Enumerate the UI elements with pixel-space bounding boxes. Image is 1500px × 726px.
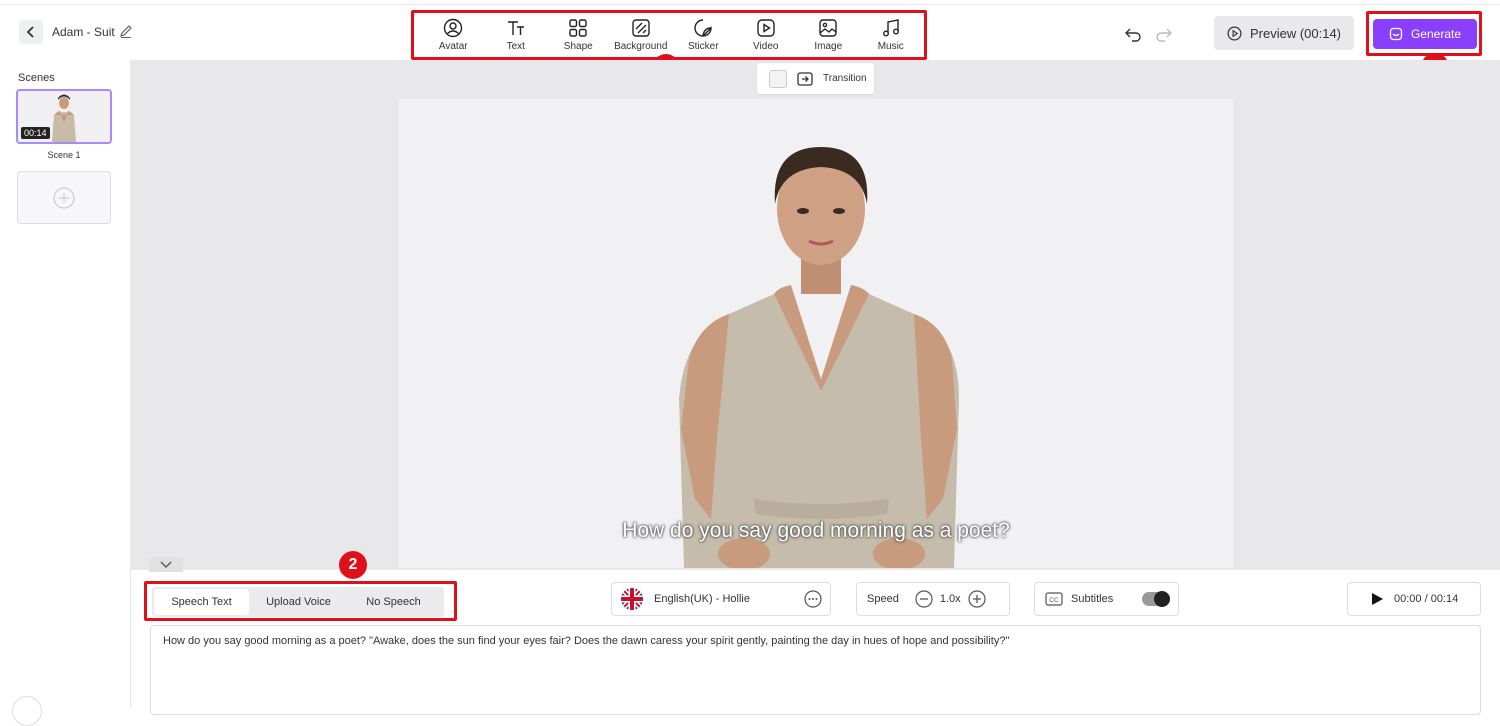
uk-flag-icon xyxy=(621,588,643,610)
tool-label: Video xyxy=(753,41,779,52)
tool-label: Music xyxy=(877,41,904,52)
annotation-badge-2: 2 xyxy=(339,551,367,579)
plus-circle-icon[interactable] xyxy=(968,590,986,608)
edit-icon[interactable] xyxy=(118,23,134,39)
undo-icon[interactable] xyxy=(1124,25,1142,43)
scenes-sidebar: Scenes 00:14 Scene 1 xyxy=(0,60,131,726)
tabs-container: Speech Text Upload Voice No Speech xyxy=(152,587,444,617)
tab-no-speech[interactable]: No Speech xyxy=(346,587,441,617)
speed-label: Speed xyxy=(867,593,899,605)
tool-label: Avatar xyxy=(438,41,468,52)
scenes-label: Scenes xyxy=(18,72,55,84)
more-options-icon[interactable] xyxy=(804,590,822,608)
scene-name: Scene 1 xyxy=(47,150,81,160)
shape-icon xyxy=(569,19,587,37)
tool-label: Text xyxy=(506,41,525,52)
tool-video[interactable]: Video xyxy=(735,18,798,52)
speech-script-textarea[interactable]: How do you say good morning as a poet? "… xyxy=(150,625,1481,715)
play-circle-icon xyxy=(1227,26,1242,40)
closed-captions-icon: CC xyxy=(1045,592,1063,606)
transition-label: Transition xyxy=(823,73,867,84)
video-canvas[interactable]: How do you say good morning as a poet? xyxy=(399,99,1233,568)
minus-circle-icon[interactable] xyxy=(915,590,933,608)
subtitles-toggle[interactable] xyxy=(1142,591,1170,607)
canvas-subtitle: How do you say good morning as a poet? xyxy=(622,519,1010,542)
tool-music[interactable]: Music xyxy=(860,18,923,52)
playback-time: 00:00 / 00:14 xyxy=(1394,593,1459,605)
speech-mode-tabs: Speech Text Upload Voice No Speech xyxy=(144,581,457,621)
transition-icon xyxy=(797,71,813,86)
background-icon xyxy=(632,19,650,37)
generate-icon xyxy=(1389,27,1403,41)
generate-label: Generate xyxy=(1410,27,1462,41)
toggle-knob xyxy=(1154,591,1170,607)
sticker-icon xyxy=(694,19,712,37)
transition-swatch xyxy=(769,69,787,88)
project-name[interactable]: Adam - Suit xyxy=(52,25,115,39)
tool-text[interactable]: Text xyxy=(485,18,548,52)
generate-highlight: Generate xyxy=(1366,11,1482,56)
sidebar-help-button[interactable] xyxy=(12,696,42,726)
audio-player: 00:00 / 00:14 xyxy=(1347,582,1481,616)
chevron-left-icon xyxy=(26,26,34,38)
avatar-presenter-image xyxy=(679,147,959,568)
add-scene-button[interactable] xyxy=(17,171,111,224)
toolbar-tools: Avatar Text Shape Background Sticker Vid… xyxy=(411,10,927,60)
tool-label: Background xyxy=(614,41,668,52)
preview-button[interactable]: Preview (00:14) xyxy=(1214,16,1354,50)
voice-selector[interactable]: English(UK) - Hollie xyxy=(611,582,831,616)
tool-sticker[interactable]: Sticker xyxy=(672,18,735,52)
svg-text:CC: CC xyxy=(1049,597,1059,604)
image-icon xyxy=(819,19,837,37)
video-icon xyxy=(757,19,775,37)
preview-label: Preview (00:14) xyxy=(1249,25,1342,41)
collapse-panel-button[interactable] xyxy=(149,557,183,573)
tool-label: Image xyxy=(814,41,843,52)
avatar-icon xyxy=(444,18,463,38)
tool-shape[interactable]: Shape xyxy=(547,18,610,52)
scene-thumbnail[interactable]: 00:14 xyxy=(16,89,112,144)
redo-icon[interactable] xyxy=(1155,25,1173,43)
generate-button[interactable]: Generate xyxy=(1373,19,1477,49)
tool-image[interactable]: Image xyxy=(797,18,860,52)
voice-name: English(UK) - Hollie xyxy=(654,593,750,605)
subtitles-label: Subtitles xyxy=(1071,593,1114,605)
tool-label: Shape xyxy=(563,41,593,52)
scene-duration: 00:14 xyxy=(21,127,50,139)
speed-value: 1.0x xyxy=(939,593,961,605)
plus-circle-icon xyxy=(53,186,75,209)
tab-upload-voice[interactable]: Upload Voice xyxy=(251,587,346,617)
subtitles-control: CC Subtitles xyxy=(1034,582,1179,616)
top-bar: Adam - Suit Avatar Text Shape Background… xyxy=(0,4,1500,60)
music-icon xyxy=(882,19,899,37)
tool-avatar[interactable]: Avatar xyxy=(422,18,485,52)
speed-control: Speed 1.0x xyxy=(856,582,1010,616)
play-icon[interactable] xyxy=(1370,592,1384,606)
tool-label: Sticker xyxy=(687,41,719,52)
tool-background[interactable]: Background xyxy=(610,18,673,52)
back-button[interactable] xyxy=(19,20,43,44)
chevron-down-icon xyxy=(160,561,172,568)
transition-button[interactable]: Transition xyxy=(757,63,874,94)
text-icon xyxy=(507,21,524,35)
tab-speech-text[interactable]: Speech Text xyxy=(154,589,249,615)
